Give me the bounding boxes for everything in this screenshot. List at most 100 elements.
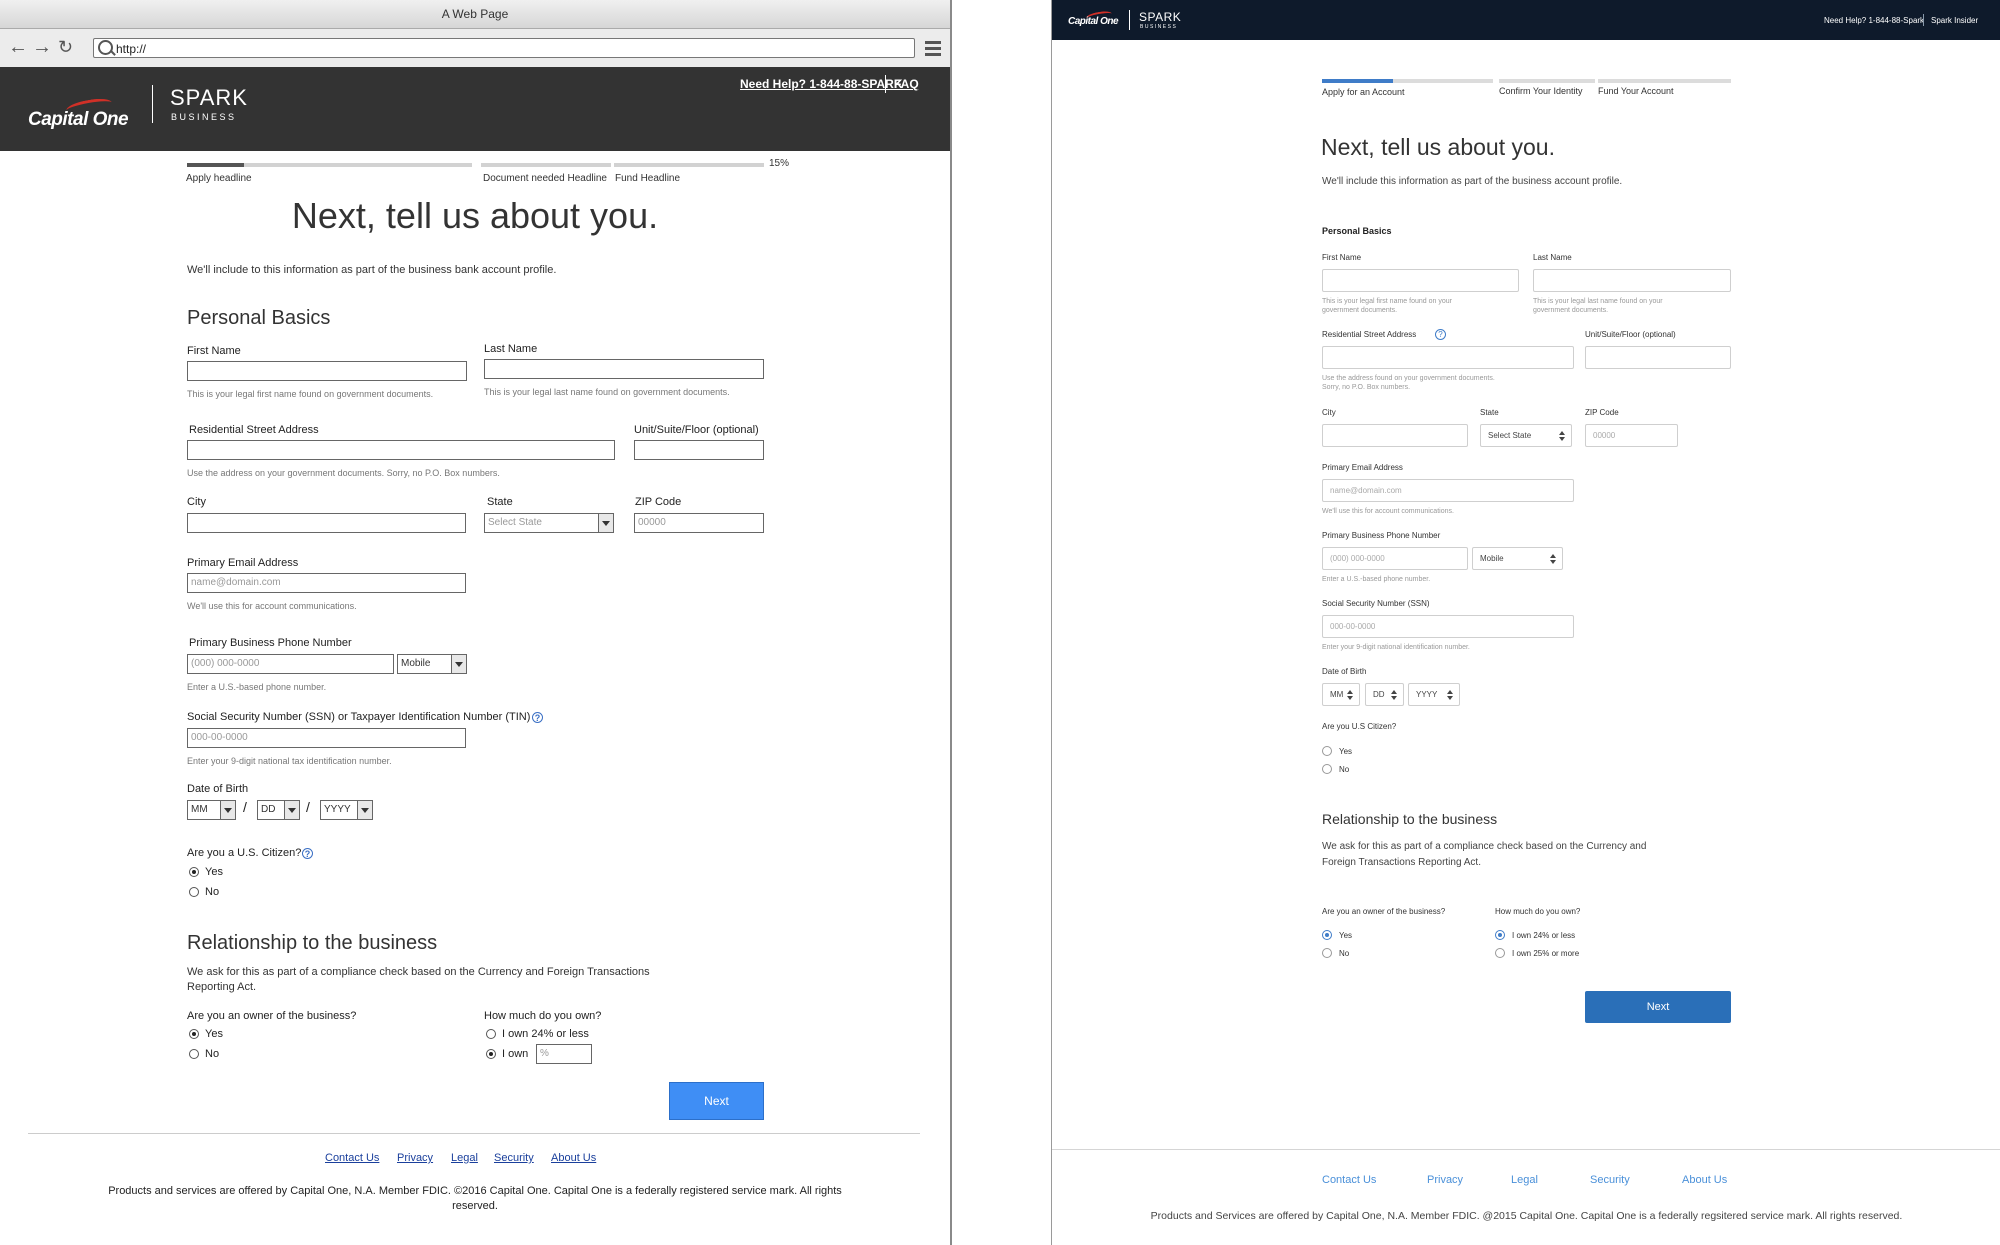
faq-link[interactable]: FAQ <box>894 77 919 91</box>
footer-security-link[interactable]: Security <box>494 1152 534 1164</box>
unit-input[interactable] <box>1585 346 1731 369</box>
zip-input[interactable]: 00000 <box>634 513 764 533</box>
own-custom-radio[interactable] <box>486 1049 496 1059</box>
header-divider <box>885 75 886 93</box>
ssn-input[interactable]: 000-00-0000 <box>1322 615 1574 638</box>
phone-hint: Enter a U.S.-based phone number. <box>1322 576 1431 583</box>
ssn-input[interactable]: 000-00-0000 <box>187 728 466 748</box>
ownership-question: How much do you own? <box>1495 907 1581 916</box>
capital-one-logo[interactable]: Capital One <box>28 96 138 137</box>
phone-input[interactable]: (000) 000-0000 <box>187 654 394 674</box>
hamburger-menu-icon[interactable] <box>925 41 941 59</box>
citizen-help-icon[interactable]: ? <box>302 848 313 859</box>
zip-label: ZIP Code <box>1585 408 1619 417</box>
citizen-no-radio[interactable] <box>189 887 199 897</box>
footer-legal-link[interactable]: Legal <box>1511 1174 1538 1186</box>
refresh-icon[interactable]: ↻ <box>58 37 73 57</box>
dob-month-select[interactable]: MM <box>1322 683 1360 706</box>
footer-legal-link[interactable]: Legal <box>451 1152 478 1164</box>
dob-year-select[interactable]: YYYY <box>1408 683 1460 706</box>
last-name-input[interactable] <box>484 359 764 379</box>
logo-divider <box>1129 10 1130 30</box>
zip-input[interactable]: 00000 <box>1585 424 1678 447</box>
footer-divider <box>28 1133 920 1134</box>
help-phone-link[interactable]: Need Help? 1-844-88-SPARK <box>740 77 903 91</box>
ssn-label: Social Security Number (SSN) or Taxpayer… <box>187 711 531 723</box>
citizen-no-radio[interactable] <box>1322 764 1332 774</box>
owner-yes-radio[interactable] <box>1322 930 1332 940</box>
street-address-input[interactable] <box>187 440 615 460</box>
next-button[interactable]: Next <box>1585 991 1731 1023</box>
own-25-label: I own 25% or more <box>1512 949 1580 958</box>
select-updown-icon <box>1347 688 1353 702</box>
first-name-input[interactable] <box>1322 269 1519 292</box>
unit-input[interactable] <box>634 440 764 460</box>
footer-legal-text: Products and services are offered by Cap… <box>108 1185 842 1212</box>
footer-privacy-link[interactable]: Privacy <box>397 1152 433 1164</box>
own-24-radio[interactable] <box>486 1029 496 1039</box>
first-name-label: First Name <box>187 345 241 357</box>
citizen-yes-label: Yes <box>1339 747 1353 756</box>
relationship-body-2: Foreign Transactions Reporting Act. <box>1322 857 1481 868</box>
back-arrow-icon[interactable]: ← <box>8 37 28 57</box>
owner-yes-radio[interactable] <box>189 1029 199 1039</box>
dob-day-select[interactable]: DD <box>257 800 300 820</box>
owner-no-radio[interactable] <box>1322 948 1332 958</box>
footer-contact-link[interactable]: Contact Us <box>1322 1174 1376 1186</box>
citizen-no-label: No <box>205 886 220 898</box>
last-name-hint: This is your legal last name found on go… <box>484 387 730 397</box>
phone-type-select[interactable]: Mobile <box>397 654 467 674</box>
owner-question: Are you an owner of the business? <box>1322 907 1446 916</box>
first-name-input[interactable] <box>187 361 467 381</box>
dob-separator: / <box>243 799 247 815</box>
dob-month-select[interactable]: MM <box>187 800 236 820</box>
phone-label: Primary Business Phone Number <box>1322 531 1441 540</box>
step-fill <box>1322 79 1393 83</box>
url-bar[interactable]: http:// <box>93 38 915 58</box>
citizen-yes-radio[interactable] <box>1322 746 1332 756</box>
street-address-label: Residential Street Address <box>1322 330 1417 339</box>
step-label-2: Confirm Your Identity <box>1499 86 1583 96</box>
dob-month-value: MM <box>191 804 208 815</box>
footer-divider <box>1052 1149 2000 1150</box>
dropdown-arrow-icon <box>220 801 235 819</box>
footer-privacy-link[interactable]: Privacy <box>1427 1174 1463 1186</box>
city-input[interactable] <box>1322 424 1468 447</box>
first-name-hint-2: government documents. <box>1322 307 1398 314</box>
own-percent-input[interactable]: % <box>536 1044 592 1064</box>
city-input[interactable] <box>187 513 466 533</box>
phone-type-select[interactable]: Mobile <box>1472 547 1563 570</box>
state-select-value: Select State <box>488 517 542 528</box>
forward-arrow-icon[interactable]: → <box>32 37 52 57</box>
state-select[interactable]: Select State <box>1480 424 1572 447</box>
next-button[interactable]: Next <box>669 1082 764 1120</box>
help-phone-link[interactable]: Need Help? 1-844-88-Spark <box>1824 16 1924 25</box>
first-name-label: First Name <box>1322 253 1362 262</box>
dob-day-select[interactable]: DD <box>1365 683 1404 706</box>
address-help-icon[interactable]: ? <box>1435 329 1446 340</box>
citizen-yes-radio[interactable] <box>189 867 199 877</box>
dob-label: Date of Birth <box>1322 667 1367 676</box>
footer-about-link[interactable]: About Us <box>551 1152 596 1164</box>
relationship-body: We ask for this as part of a compliance … <box>187 966 650 993</box>
street-address-input[interactable] <box>1322 346 1574 369</box>
email-input[interactable]: name@domain.com <box>1322 479 1574 502</box>
footer-contact-link[interactable]: Contact Us <box>325 1152 379 1164</box>
select-updown-icon <box>1447 688 1453 702</box>
capital-one-logo[interactable]: Capital One <box>1068 9 1128 32</box>
footer-security-link[interactable]: Security <box>1590 1174 1630 1186</box>
footer-about-link[interactable]: About Us <box>1682 1174 1727 1186</box>
state-select[interactable]: Select State <box>484 513 614 533</box>
intro-text: We'll include to this information as par… <box>187 264 557 276</box>
first-name-hint: This is your legal first name found on g… <box>187 389 434 399</box>
spark-insider-link[interactable]: Spark Insider <box>1931 16 1978 25</box>
last-name-input[interactable] <box>1533 269 1731 292</box>
owner-no-radio[interactable] <box>189 1049 199 1059</box>
email-input[interactable]: name@domain.com <box>187 573 466 593</box>
ssn-help-icon[interactable]: ? <box>532 712 543 723</box>
progress-fill <box>187 163 244 167</box>
phone-input[interactable]: (000) 000-0000 <box>1322 547 1468 570</box>
own-25-radio[interactable] <box>1495 948 1505 958</box>
own-24-radio[interactable] <box>1495 930 1505 940</box>
dob-year-select[interactable]: YYYY <box>320 800 373 820</box>
